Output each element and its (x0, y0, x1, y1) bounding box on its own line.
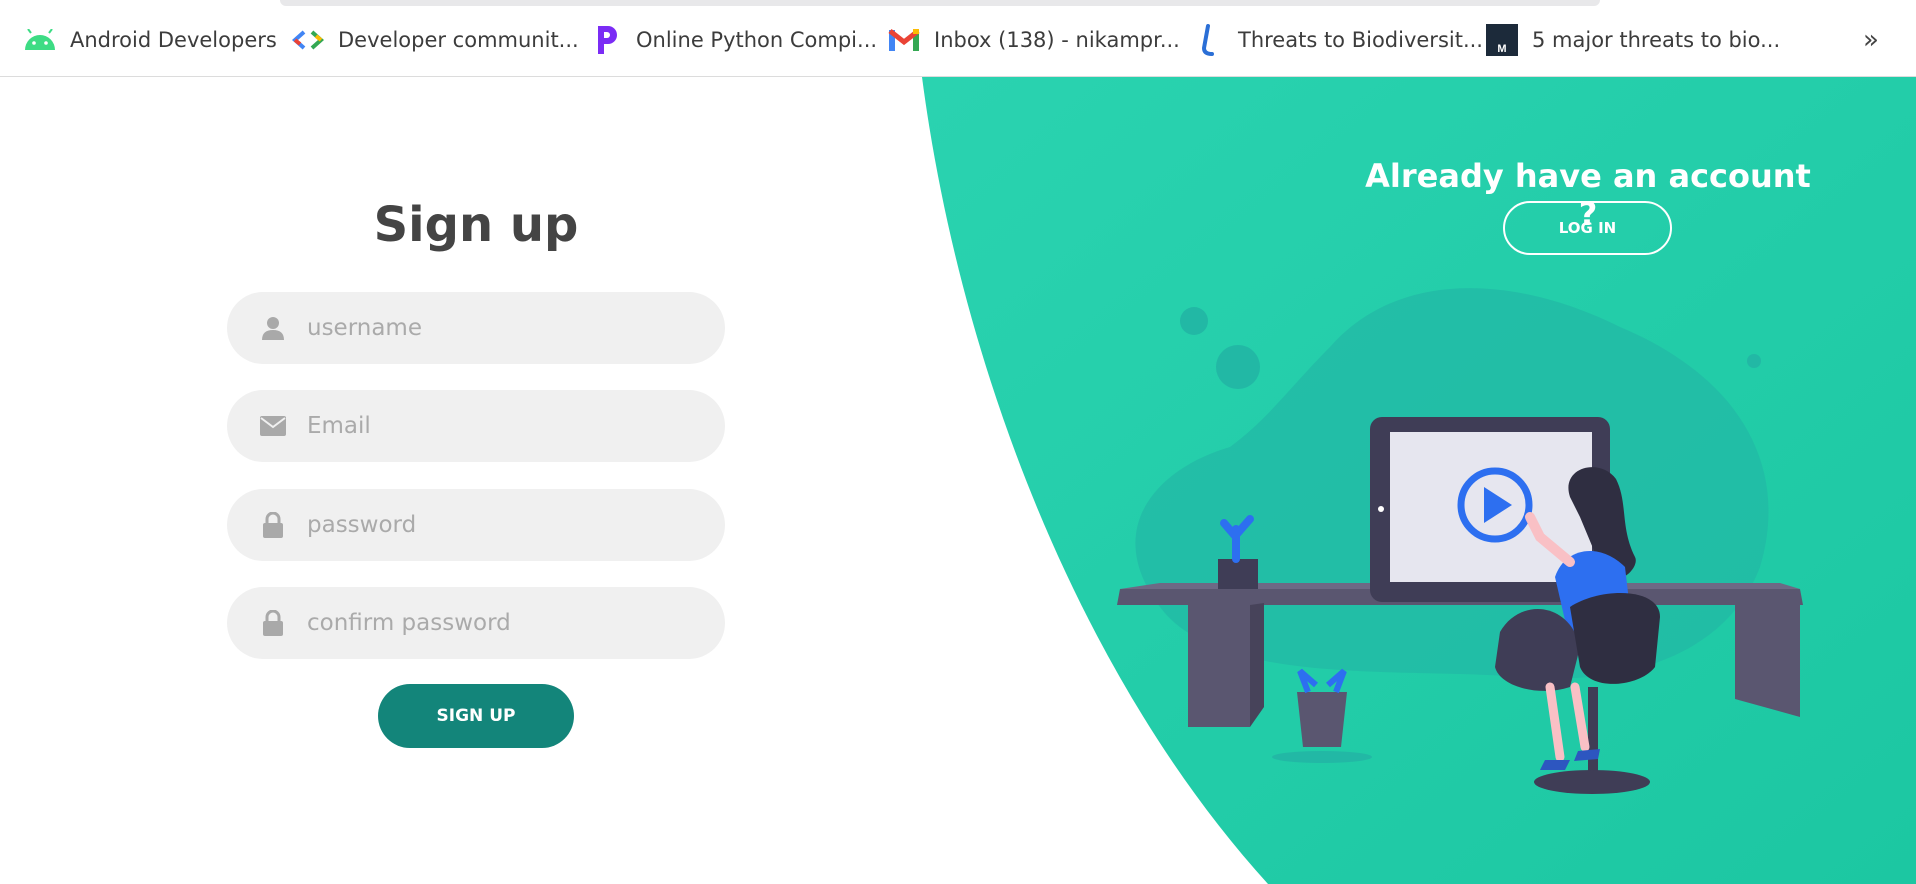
bookmarks-overflow-button[interactable]: » (1856, 22, 1886, 58)
signup-button[interactable]: SIGN UP (378, 684, 574, 748)
confirm-password-input[interactable] (307, 601, 697, 645)
password-field[interactable] (227, 489, 725, 561)
programiz-icon (588, 22, 624, 58)
bookmark-online-python-compiler[interactable]: Online Python Compi... (588, 22, 877, 58)
svg-text:M: M (1497, 43, 1506, 55)
signup-page: Sign up username Email SIGN UP Already h… (0, 77, 1916, 884)
bookmark-android-developers[interactable]: Android Developers (22, 22, 277, 58)
bookmark-major-threats[interactable]: M 5 major threats to bio... (1484, 22, 1780, 58)
envelope-icon (257, 410, 289, 442)
site-icon (1190, 22, 1226, 58)
username-input[interactable] (307, 306, 697, 350)
username-field[interactable] (227, 292, 725, 364)
password-input[interactable] (307, 503, 697, 547)
android-icon (22, 22, 58, 58)
bookmark-label: Threats to Biodiversit... (1238, 28, 1483, 52)
lock-icon (257, 607, 289, 639)
bookmark-label: 5 major threats to bio... (1532, 28, 1781, 52)
signup-title: Sign up (373, 197, 579, 253)
bookmark-label: Android Developers (70, 28, 277, 52)
bookmark-threats-biodiversity[interactable]: Threats to Biodiversit... (1190, 22, 1483, 58)
email-input[interactable] (307, 404, 697, 448)
tab-strip-edge (280, 0, 1600, 6)
lock-icon (257, 509, 289, 541)
bookmark-label: Inbox (138) - nikampr... (934, 28, 1180, 52)
google-developers-icon (290, 22, 326, 58)
confirm-password-field[interactable] (227, 587, 725, 659)
gmail-icon (886, 22, 922, 58)
bookmark-label: Developer communit... (338, 28, 579, 52)
bookmark-label: Online Python Compi... (636, 28, 878, 52)
user-icon (257, 312, 289, 344)
email-field[interactable] (227, 390, 725, 462)
medium-icon: M (1484, 22, 1520, 58)
desk-illustration (1117, 288, 1803, 794)
bookmark-inbox[interactable]: Inbox (138) - nikampr... (886, 22, 1180, 58)
bookmark-developer-community[interactable]: Developer communit... (290, 22, 579, 58)
login-button[interactable]: LOG IN (1503, 201, 1672, 255)
bookmarks-bar: Android Developers Developer communit...… (0, 0, 1916, 77)
